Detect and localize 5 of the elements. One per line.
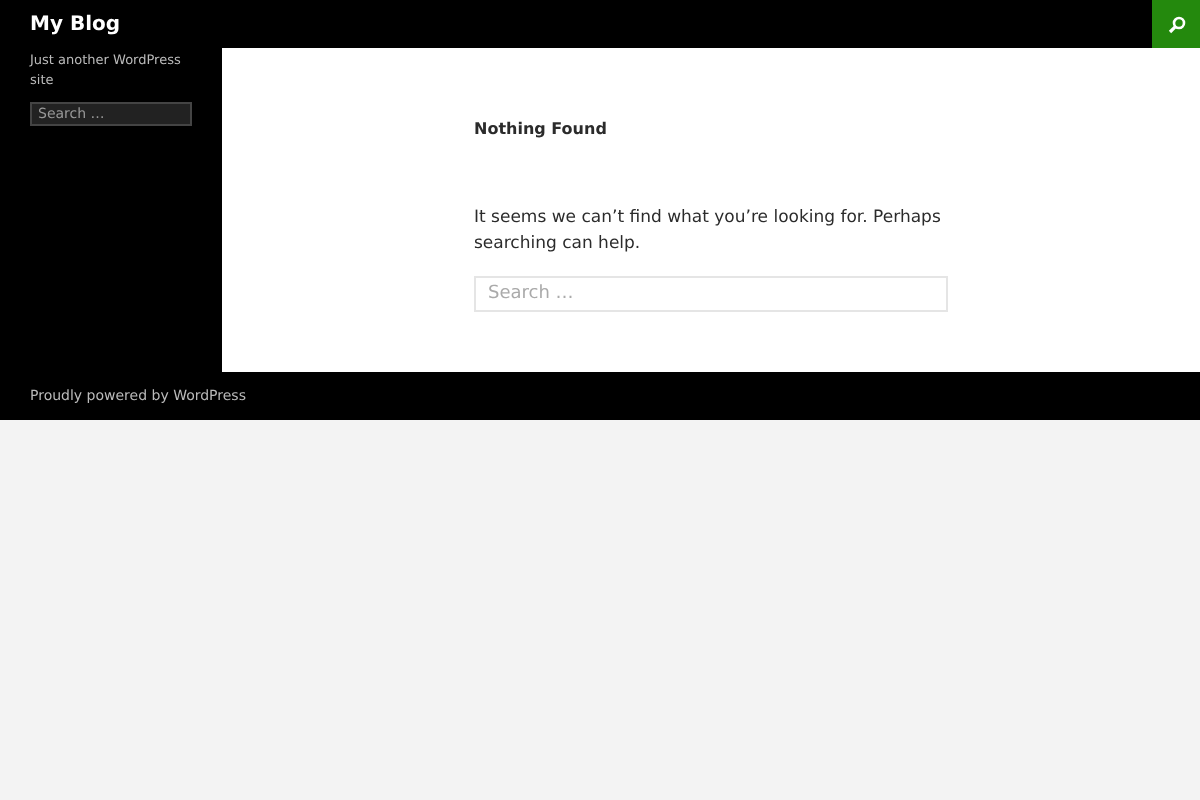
message-text: It seems we can’t find what you’re looking for. Perhaps searching can help.	[474, 206, 943, 258]
search-icon	[1167, 15, 1185, 33]
site-title[interactable]: My Blog	[30, 13, 121, 35]
page-title: Nothing Found	[474, 120, 609, 138]
search-button[interactable]	[1152, 0, 1200, 48]
